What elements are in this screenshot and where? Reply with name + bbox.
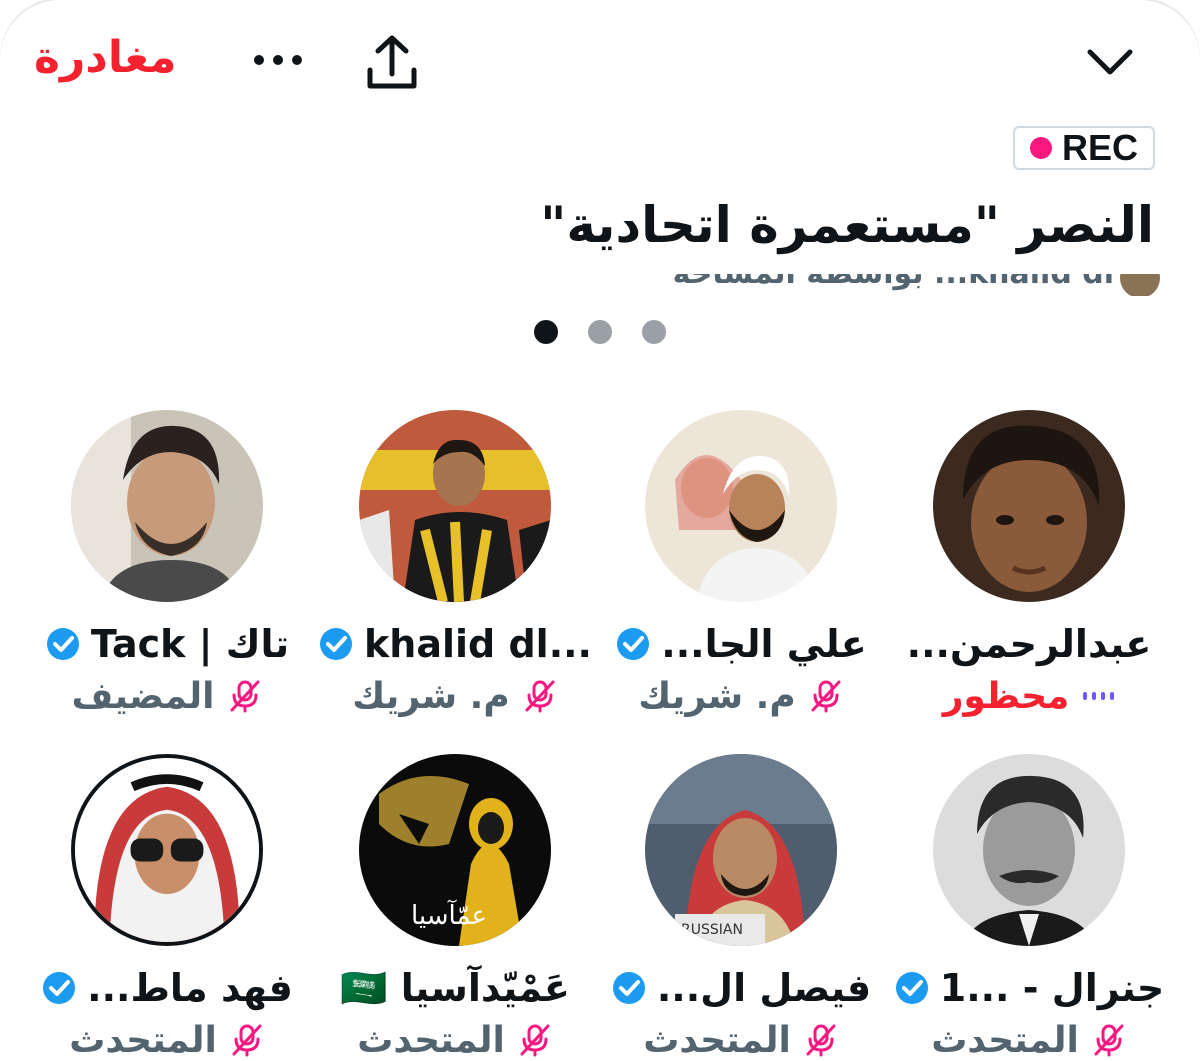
participant-role: المتحدث [357,1019,505,1061]
participant-name: علي الجا... [661,622,867,666]
svg-text:عمّآسيا: عمّآسيا [411,899,487,931]
chevron-down-icon [1087,49,1133,75]
mic-muted-icon [520,1024,550,1057]
participant-card[interactable]: khalid dl... م. شريك [310,410,600,717]
participant-role: م. شريك [638,675,796,717]
participant-card[interactable]: فهد ماط... المتحدث [22,754,312,1061]
host-mini-avatar [1120,274,1160,296]
avatar [71,754,263,946]
participant-name: عَمْيّدآسيا 🇸🇦 [340,965,570,1010]
recording-label: REC [1061,127,1138,168]
share-button[interactable] [360,30,424,94]
participant-role: محظور [942,675,1070,717]
more-options-button[interactable] [250,28,306,84]
participant-role: المضيف [71,675,215,717]
mic-muted-icon [230,680,260,713]
speaking-indicator-icon [1083,692,1115,700]
space-subtitle: khalid dl... بواسطة المساحة [673,274,1114,291]
participant-role: المتحدث [643,1019,791,1061]
verified-badge-icon [612,972,645,1004]
verified-badge-icon [617,628,650,660]
collapse-button[interactable] [1084,36,1136,88]
participant-name: جنرال - ...1 [939,966,1165,1010]
mic-muted-icon [525,680,555,713]
participant-card[interactable]: تاك | Tack المضيف [22,410,312,717]
participant-name: khalid dl... [364,622,592,666]
participant-name: عبدالرحمن... [906,622,1152,666]
participant-card[interactable]: عبدالرحمن... محظور [884,410,1174,717]
space-title: النصر "مستعمرة اتحادية" [540,196,1154,254]
recording-badge: REC [1013,126,1155,170]
page-dot[interactable] [588,320,612,344]
avatar [933,754,1125,946]
recording-dot-icon [1029,137,1052,159]
participant-name: فهد ماط... [87,966,293,1010]
mic-muted-icon [232,1024,262,1057]
svg-text:RUSSIAN: RUSSIAN [681,922,743,938]
page-dot[interactable] [642,320,666,344]
verified-badge-icon [43,972,76,1004]
participant-role: المتحدث [931,1019,1079,1061]
avatar [71,410,263,602]
participant-card[interactable]: RUSSIAN فيصل ال... المتحدث [596,754,886,1061]
participant-name: تاك | Tack [90,622,290,666]
verified-badge-icon [320,628,353,660]
participant-role: م. شريك [352,675,510,717]
avatar [359,410,551,602]
avatar: RUSSIAN [645,754,837,946]
share-icon [367,35,417,89]
space-sheet: مغادرة REC النصر "مستعمرة اتحادية" khali… [0,0,1200,1061]
participant-card[interactable]: جنرال - ...1 المتحدث [884,754,1174,1061]
avatar: عمّآسيا [359,754,551,946]
mic-muted-icon [1094,1024,1124,1057]
verified-badge-icon [46,628,79,660]
participant-role: المتحدث [69,1019,217,1061]
page-dot-active[interactable] [534,320,558,344]
avatar [933,410,1125,602]
participant-name: فيصل ال... [656,966,872,1010]
participant-card[interactable]: علي الجا... م. شريك [596,410,886,717]
participant-card[interactable]: عمّآسيا عَمْيّدآسيا 🇸🇦 المتحدث [310,754,600,1061]
more-horizontal-icon [254,55,302,65]
verified-badge-icon [895,972,928,1004]
mic-muted-icon [806,1024,836,1057]
space-host-line[interactable]: khalid dl... بواسطة المساحة [520,274,1160,296]
leave-button[interactable]: مغادرة [34,32,176,83]
page-indicator [534,320,666,344]
avatar [645,410,837,602]
mic-muted-icon [811,680,841,713]
